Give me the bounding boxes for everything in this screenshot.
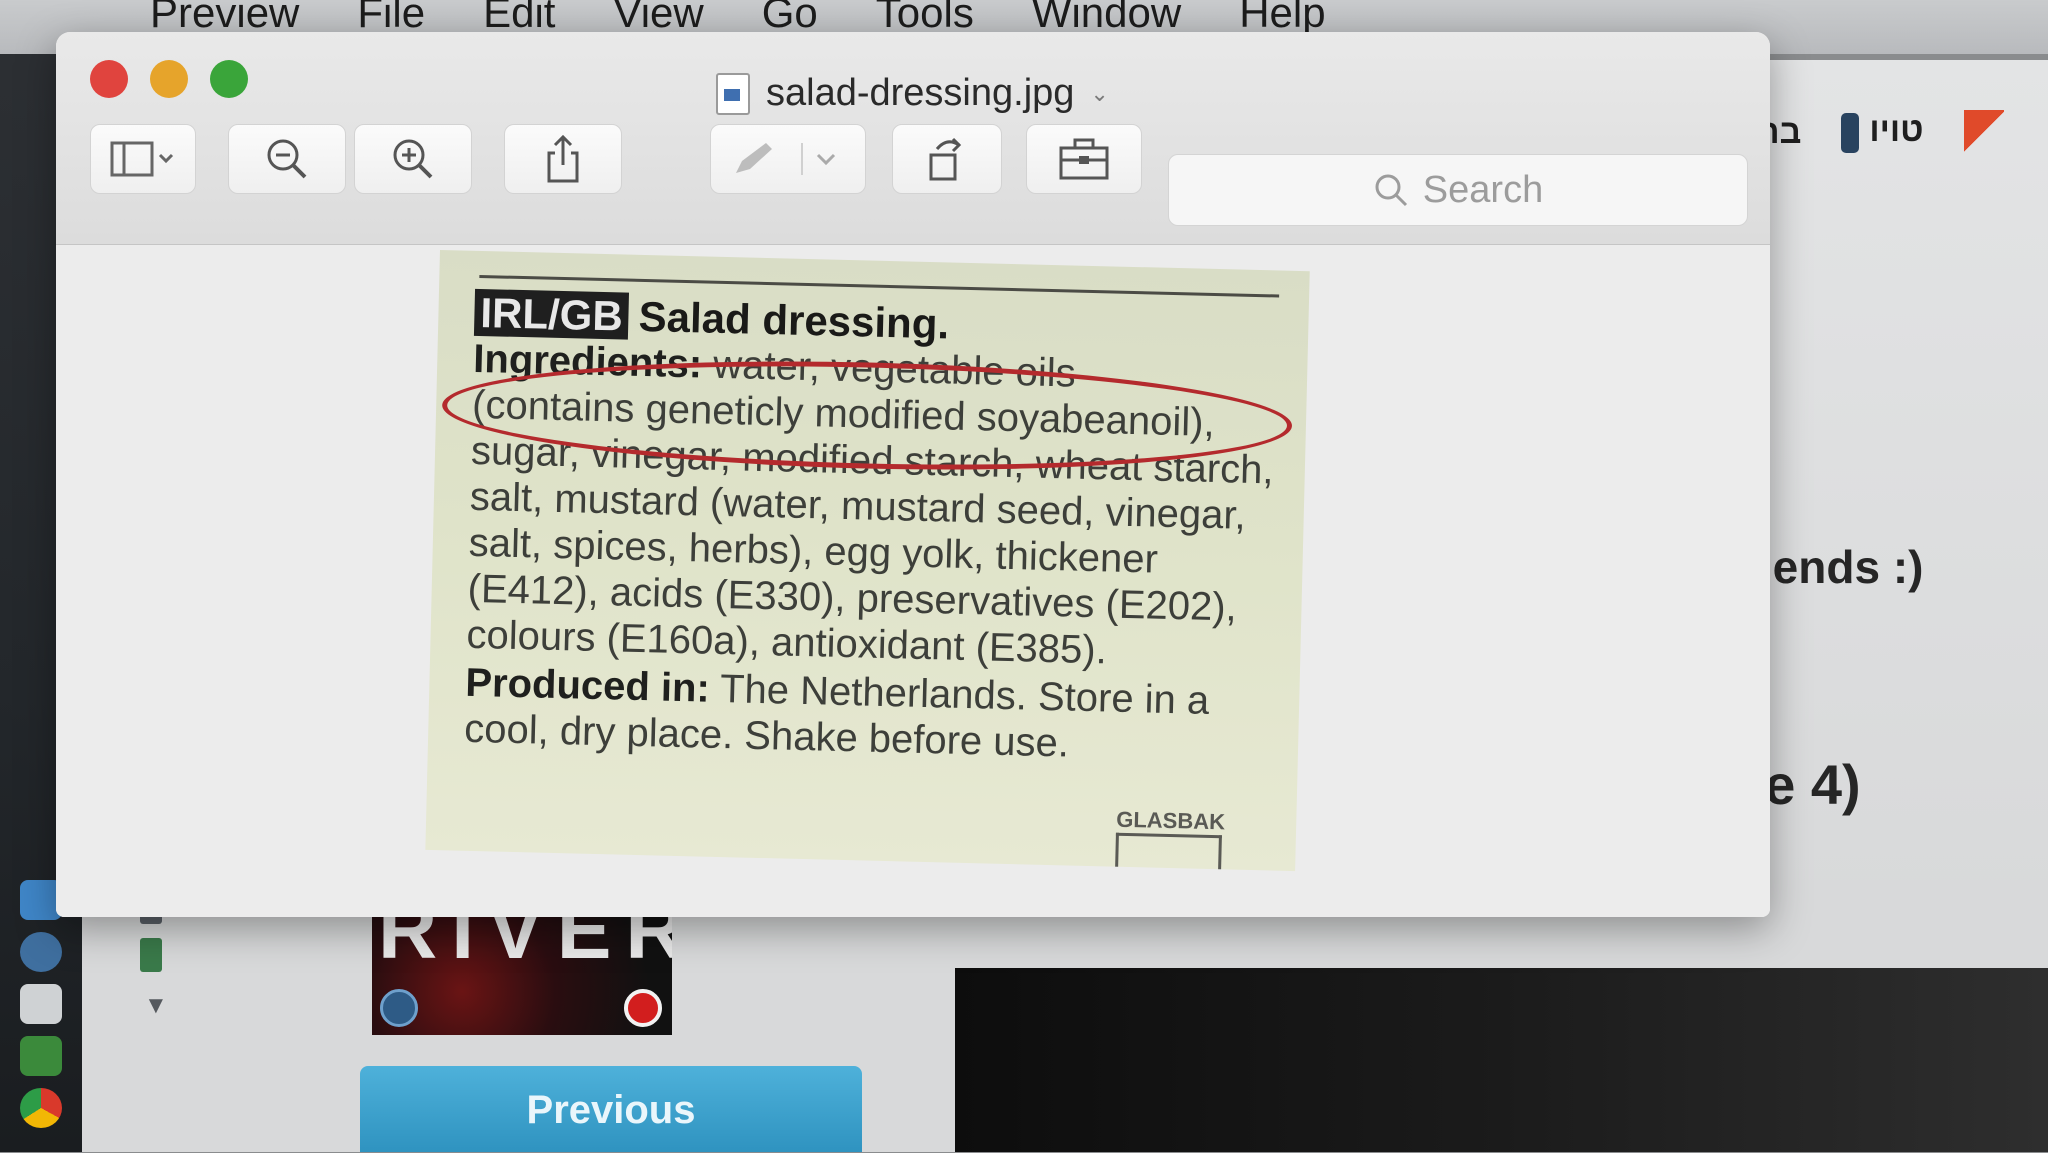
record-icon: [624, 989, 662, 1027]
dock: [20, 880, 70, 1128]
menu-help[interactable]: Help: [1239, 0, 1325, 34]
menu-tools[interactable]: Tools: [876, 0, 974, 34]
terminal-icon[interactable]: [20, 1036, 62, 1076]
markup-pen-icon: [736, 143, 836, 175]
toolbox-icon: [1059, 138, 1109, 180]
toolbox-button[interactable]: [1026, 124, 1142, 194]
menu-preview[interactable]: Preview: [150, 0, 299, 34]
rotate-icon: [929, 137, 962, 181]
menu-file[interactable]: File: [357, 0, 425, 34]
region-tag: IRL/GB: [473, 288, 630, 340]
document-title[interactable]: salad-dressing.jpg ⌄: [716, 72, 1109, 115]
document-title-text: salad-dressing.jpg: [766, 72, 1075, 114]
rotate-button[interactable]: [892, 124, 1002, 194]
menu-go[interactable]: Go: [762, 0, 818, 34]
menu-window[interactable]: Window: [1032, 0, 1181, 34]
share-button[interactable]: [504, 124, 622, 194]
previous-button[interactable]: Previous: [360, 1066, 862, 1152]
search-placeholder: Search: [1422, 168, 1544, 211]
chevron-down-icon: ⌄: [1090, 80, 1109, 106]
video-player-area: [955, 968, 2048, 1152]
tab-favicon-icon: [1841, 112, 1860, 153]
zoom-in-button[interactable]: [354, 124, 472, 194]
sidebar-toggle-button[interactable]: [90, 124, 196, 194]
background-tab-2[interactable]: טויו: [1841, 111, 1924, 153]
flag-icon: [1963, 110, 2004, 154]
zoom-in-icon: [393, 139, 433, 179]
menu-edit[interactable]: Edit: [483, 0, 555, 34]
minimize-button[interactable]: [150, 60, 188, 98]
disclosure-triangle-icon[interactable]: ▼: [144, 992, 168, 1020]
label-title: Salad dressing.: [638, 292, 950, 348]
zoom-button[interactable]: [210, 60, 248, 98]
title-bar: salad-dressing.jpg ⌄ Search: [56, 32, 1770, 245]
chrome-icon[interactable]: [20, 1088, 62, 1128]
notes-icon[interactable]: [20, 984, 62, 1024]
salad-dressing-label-image: IRL/GB Salad dressing. Ingredients: water…: [425, 250, 1310, 872]
recycle-bin-icon: [1115, 832, 1222, 872]
background-tab-2-label: טויו: [1869, 111, 1924, 150]
search-icon: [1375, 174, 1407, 207]
menu-view[interactable]: View: [613, 0, 703, 34]
app-icon[interactable]: [20, 932, 62, 972]
background-tabs: בר טויו: [1760, 110, 2004, 154]
search-field[interactable]: Search: [1168, 154, 1748, 226]
document-icon: [716, 72, 750, 115]
zoom-out-button[interactable]: [228, 124, 346, 194]
share-icon: [547, 134, 579, 183]
badge-icon: [380, 989, 418, 1027]
recycle-label: GLASBAK: [1115, 806, 1226, 835]
produced-label: Produced in:: [464, 660, 711, 711]
markup-button[interactable]: [710, 124, 866, 194]
zoom-out-icon: [267, 139, 307, 179]
file-icon[interactable]: [140, 938, 162, 972]
close-button[interactable]: [90, 60, 128, 98]
sidebar-toggle-icon: [110, 141, 174, 177]
